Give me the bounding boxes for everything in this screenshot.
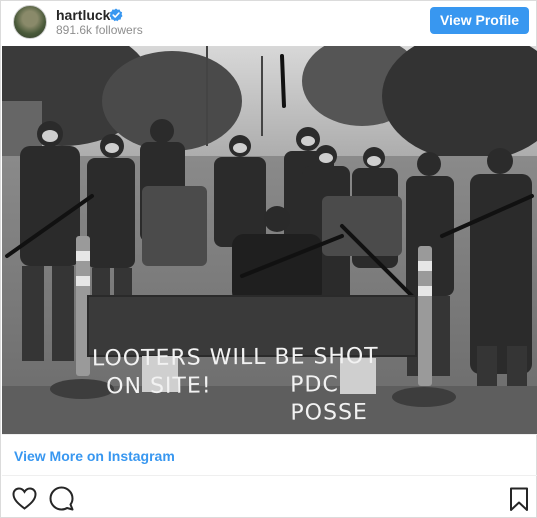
divider xyxy=(2,475,537,476)
username[interactable]: hartluck xyxy=(56,7,110,23)
view-more-link[interactable]: View More on Instagram xyxy=(14,448,175,464)
sign-line-2b: PDC POSSE xyxy=(290,372,369,426)
sign-line-2a: ON SITE! xyxy=(106,373,212,400)
view-profile-button[interactable]: View Profile xyxy=(430,7,529,34)
avatar[interactable] xyxy=(13,5,47,39)
verified-badge-icon xyxy=(109,8,123,22)
follower-count: 891.6k followers xyxy=(56,23,143,37)
photo-illustration xyxy=(2,46,537,434)
sign-line-1: LOOTERS WILL BE SHOT xyxy=(91,343,379,372)
divider xyxy=(2,434,537,435)
heart-icon[interactable] xyxy=(12,487,37,510)
instagram-embed-card: hartluck 891.6k followers View Profile L… xyxy=(0,0,537,518)
bookmark-icon[interactable] xyxy=(509,487,529,512)
comment-icon[interactable] xyxy=(49,486,74,511)
post-photo[interactable]: LOOTERS WILL BE SHOT ON SITE! PDC POSSE xyxy=(2,46,537,434)
sign-text: LOOTERS WILL BE SHOT ON SITE! PDC POSSE xyxy=(91,343,414,426)
